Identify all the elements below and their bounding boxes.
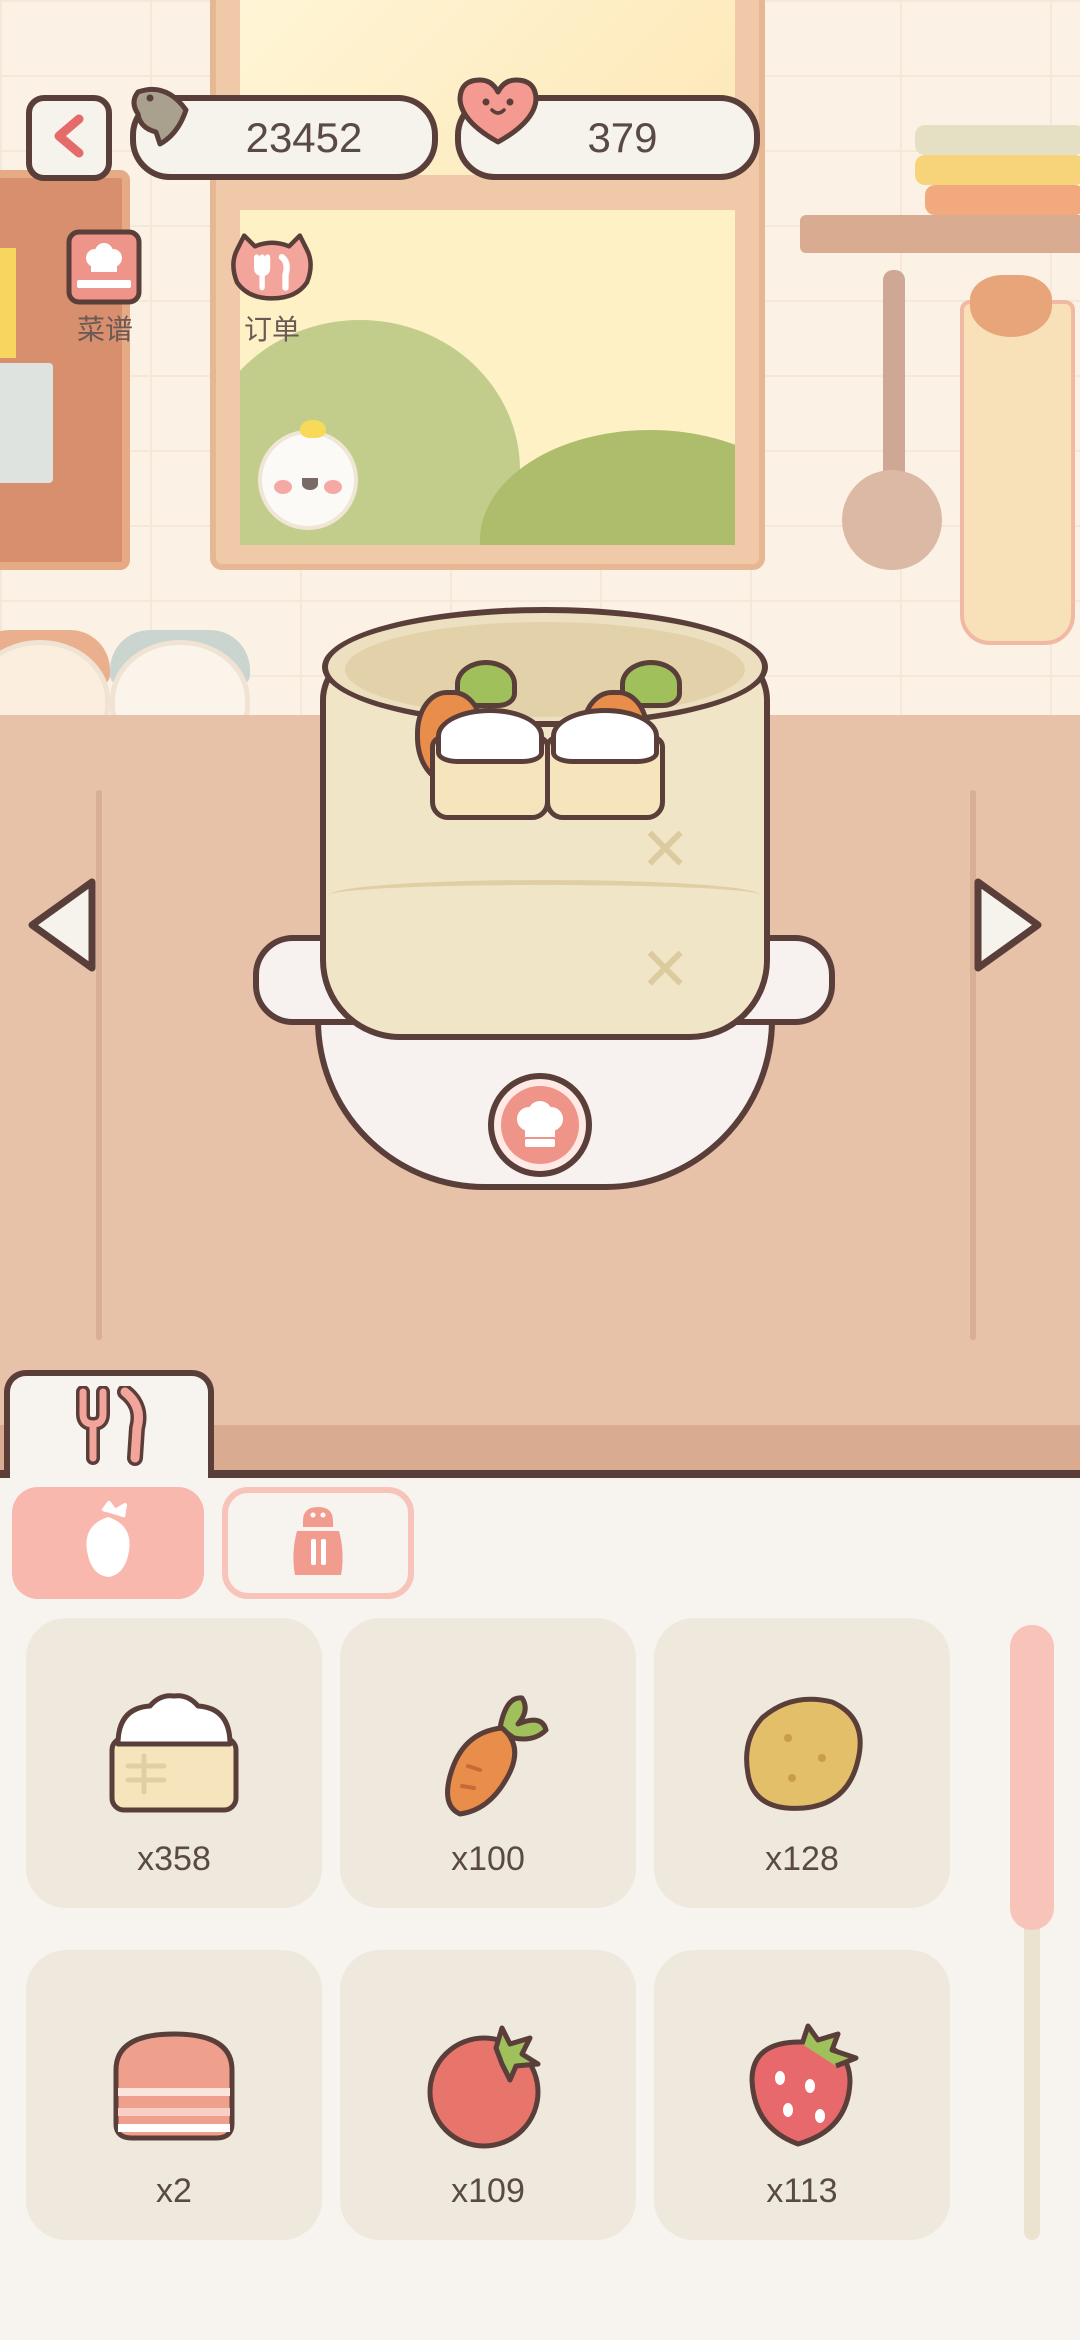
ingredient-card-potato[interactable]: x128	[654, 1618, 950, 1908]
ingredient-card-bacon[interactable]: x2	[26, 1950, 322, 2240]
steamer-ring	[330, 880, 760, 910]
steamer-tie: ✕	[640, 936, 691, 1003]
ingredient-card-carrot[interactable]: x100	[340, 1618, 636, 1908]
steamed-bun-icon	[104, 1688, 244, 1818]
scrollbar-thumb[interactable]	[1010, 1625, 1054, 1930]
heart-count: 379	[587, 113, 658, 161]
potato-icon	[732, 1688, 872, 1818]
order-button[interactable]: 订单	[217, 228, 327, 348]
ingredient-tab-vegetables[interactable]	[12, 1487, 204, 1599]
bacon-icon	[104, 2020, 244, 2150]
recipe-book-icon	[61, 228, 149, 306]
steamer-inside	[345, 622, 745, 717]
ingredient-card-tomato[interactable]: x109	[340, 1950, 636, 2240]
kitchen-scene: ✕ ✕	[0, 0, 1080, 1475]
seasoning-bottle-icon	[283, 1501, 353, 1586]
fish-count: 23452	[245, 113, 363, 161]
heart-icon	[452, 72, 544, 153]
wall-shelf	[800, 215, 1080, 253]
fish-icon	[126, 72, 206, 157]
bird-character[interactable]	[258, 420, 358, 530]
board-note	[0, 248, 16, 358]
ladle	[883, 270, 905, 500]
order-label: 订单	[243, 314, 300, 345]
bird-beak	[302, 478, 318, 490]
cat-order-icon	[228, 228, 316, 306]
ingredient-card-bun[interactable]: x358	[26, 1618, 322, 1908]
hanging-cloth	[960, 300, 1075, 645]
strawberry-icon	[732, 2020, 872, 2150]
steamer-tie: ✕	[640, 816, 691, 883]
ingredient-count: x109	[451, 2172, 525, 2210]
ladle-head	[842, 470, 942, 570]
carrot-icon	[73, 1500, 143, 1586]
chef-hat-icon	[501, 1086, 579, 1164]
ingredient-count: x128	[765, 1840, 839, 1878]
ingredient-tab-seasonings[interactable]	[222, 1487, 414, 1599]
utensils-tab[interactable]	[4, 1370, 214, 1480]
board-note	[0, 363, 53, 483]
back-button[interactable]	[26, 95, 112, 181]
cloth-cat-hook	[970, 275, 1052, 337]
ingredient-count: x100	[451, 1840, 525, 1878]
bun-top	[436, 708, 544, 764]
carrot-icon	[418, 1688, 558, 1818]
recipe-button[interactable]: 菜谱	[50, 228, 160, 348]
cook-button[interactable]	[488, 1073, 592, 1177]
bun-top	[551, 708, 659, 764]
ingredient-card-strawberry[interactable]: x113	[654, 1950, 950, 2240]
recipe-label: 菜谱	[76, 314, 133, 345]
fork-knife-icon	[59, 1383, 159, 1471]
bird-cheek	[274, 480, 292, 494]
bird-cheek	[324, 480, 342, 494]
previous-arrow-button[interactable]	[22, 870, 102, 980]
folded-towels	[915, 125, 1080, 215]
next-arrow-button[interactable]	[968, 870, 1048, 980]
ingredient-count: x113	[766, 2172, 838, 2210]
ingredient-count: x358	[137, 1840, 211, 1878]
chevron-left-icon	[49, 113, 89, 164]
ingredient-count: x2	[156, 2172, 192, 2210]
tomato-icon	[418, 2020, 558, 2150]
